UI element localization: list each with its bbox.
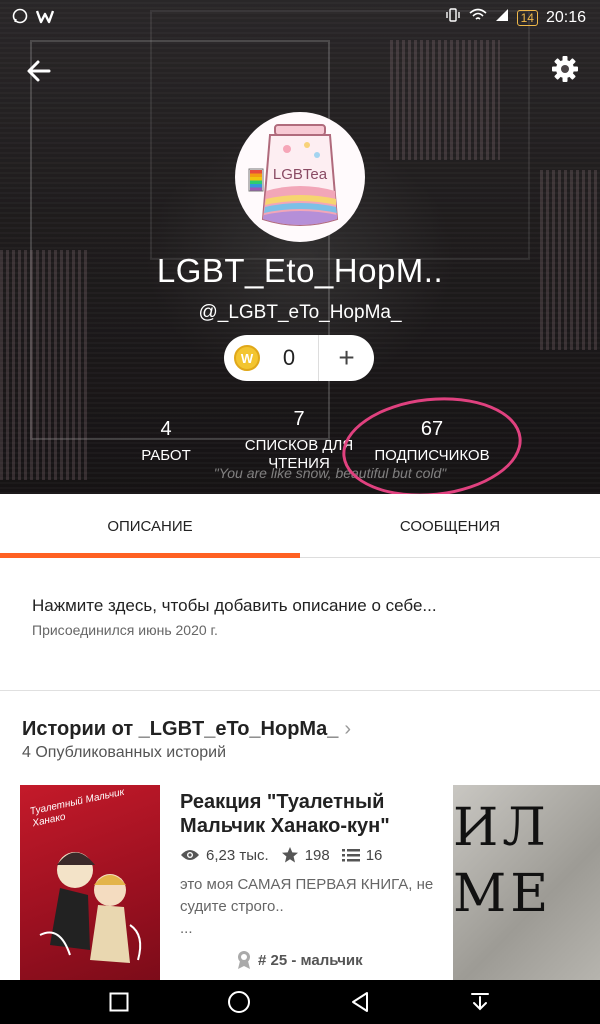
coin-icon: W bbox=[234, 345, 260, 371]
add-coins-button[interactable]: + bbox=[319, 335, 374, 381]
square-icon bbox=[109, 992, 129, 1012]
avatar-logo-text: LGBTea bbox=[273, 166, 328, 183]
status-bar: 14 20:16 bbox=[0, 0, 600, 34]
whatsapp-icon bbox=[12, 8, 28, 29]
story-rank: # 25 - мальчик bbox=[236, 950, 363, 970]
story-description-text: это моя САМАЯ ПЕРВАЯ КНИГА, не судите ст… bbox=[180, 876, 434, 915]
profile-handle: @_LGBT_eTo_HopMa_ bbox=[198, 302, 402, 323]
story-description: это моя САМАЯ ПЕРВАЯ КНИГА, не судите ст… bbox=[180, 874, 440, 940]
eye-icon bbox=[181, 850, 199, 860]
story-views: 6,23 тыс. bbox=[206, 846, 269, 864]
list-icon bbox=[341, 849, 360, 862]
coins-widget: W 0 + bbox=[224, 335, 374, 381]
status-time: 20:16 bbox=[545, 8, 586, 26]
notifications-pull-button[interactable] bbox=[466, 988, 494, 1016]
home-button[interactable] bbox=[225, 988, 253, 1016]
stories-title-text: Истории от _LGBT_eTo_HopMa_ bbox=[22, 718, 339, 740]
coin-count: 0 bbox=[282, 345, 296, 370]
stat-works-label: РАБОТ bbox=[141, 447, 191, 464]
battery-indicator: 14 bbox=[516, 9, 538, 26]
cover-illustration bbox=[39, 852, 142, 963]
add-description-prompt[interactable]: Нажмите здесь, чтобы добавить описание о… bbox=[32, 596, 437, 616]
story-stats: 6,23 тыс. 198 16 bbox=[180, 846, 382, 864]
stat-reading-lists[interactable]: 7 СПИСКОВ ДЛЯ ЧТЕНИЯ bbox=[238, 408, 360, 473]
signal-icon bbox=[495, 8, 509, 27]
story-title[interactable]: Реакция "Туалетный Мальчик Ханако-кун" bbox=[180, 790, 430, 838]
tea-bag-avatar-image: LGBTea bbox=[248, 124, 339, 226]
avatar[interactable]: LGBTea bbox=[235, 112, 365, 242]
joined-date: Присоединился июнь 2020 г. bbox=[32, 622, 218, 638]
chevron-right-icon: › bbox=[344, 718, 352, 740]
stat-reading-lists-value: 7 bbox=[293, 408, 305, 430]
stat-works-value: 4 bbox=[160, 418, 172, 440]
section-divider bbox=[0, 690, 600, 691]
story-rank-text: # 25 - мальчик bbox=[258, 951, 363, 969]
profile-display-name: LGBT_Eto_HopM.. bbox=[156, 252, 444, 289]
wattpad-icon bbox=[35, 8, 55, 29]
back-button[interactable] bbox=[22, 54, 56, 88]
wifi-icon bbox=[469, 8, 487, 27]
story-parts: 16 bbox=[365, 846, 383, 864]
recent-apps-button[interactable] bbox=[105, 988, 133, 1016]
stories-count: 4 Опубликованных историй bbox=[22, 744, 227, 761]
story-cover[interactable]: Туалетный Мальчик Ханако bbox=[20, 785, 160, 980]
circle-icon bbox=[228, 991, 250, 1013]
story-cover-2-text: ИЛ МЕ bbox=[453, 798, 553, 924]
ribbon-icon bbox=[238, 951, 250, 969]
story-votes: 198 bbox=[304, 846, 330, 864]
profile-header: 14 20:16 LGBTea LGBT_Eto_HopM.. @_LGBT_e… bbox=[0, 0, 600, 494]
profile-tabs: ОПИСАНИЕ СООБЩЕНИЯ bbox=[0, 494, 600, 558]
tab-messages[interactable]: СООБЩЕНИЯ bbox=[300, 494, 600, 558]
vibrate-icon bbox=[445, 7, 461, 28]
gear-icon bbox=[552, 56, 578, 82]
system-nav-bar bbox=[0, 980, 600, 1024]
stat-works[interactable]: 4 РАБОТ bbox=[120, 418, 212, 465]
settings-button[interactable] bbox=[548, 52, 582, 86]
arrow-left-icon bbox=[27, 60, 51, 82]
story-description-ellipsis: ... bbox=[180, 920, 193, 937]
stories-section-title[interactable]: Истории от _LGBT_eTo_HopMa_ › bbox=[22, 718, 351, 741]
tab-description[interactable]: ОПИСАНИЕ bbox=[0, 494, 300, 558]
active-tab-indicator bbox=[0, 553, 300, 558]
story-cover-2[interactable]: ИЛ МЕ bbox=[453, 785, 600, 980]
back-nav-button[interactable] bbox=[346, 988, 374, 1016]
star-icon bbox=[281, 847, 298, 863]
pull-down-icon bbox=[471, 993, 489, 1011]
triangle-back-icon bbox=[352, 992, 368, 1012]
